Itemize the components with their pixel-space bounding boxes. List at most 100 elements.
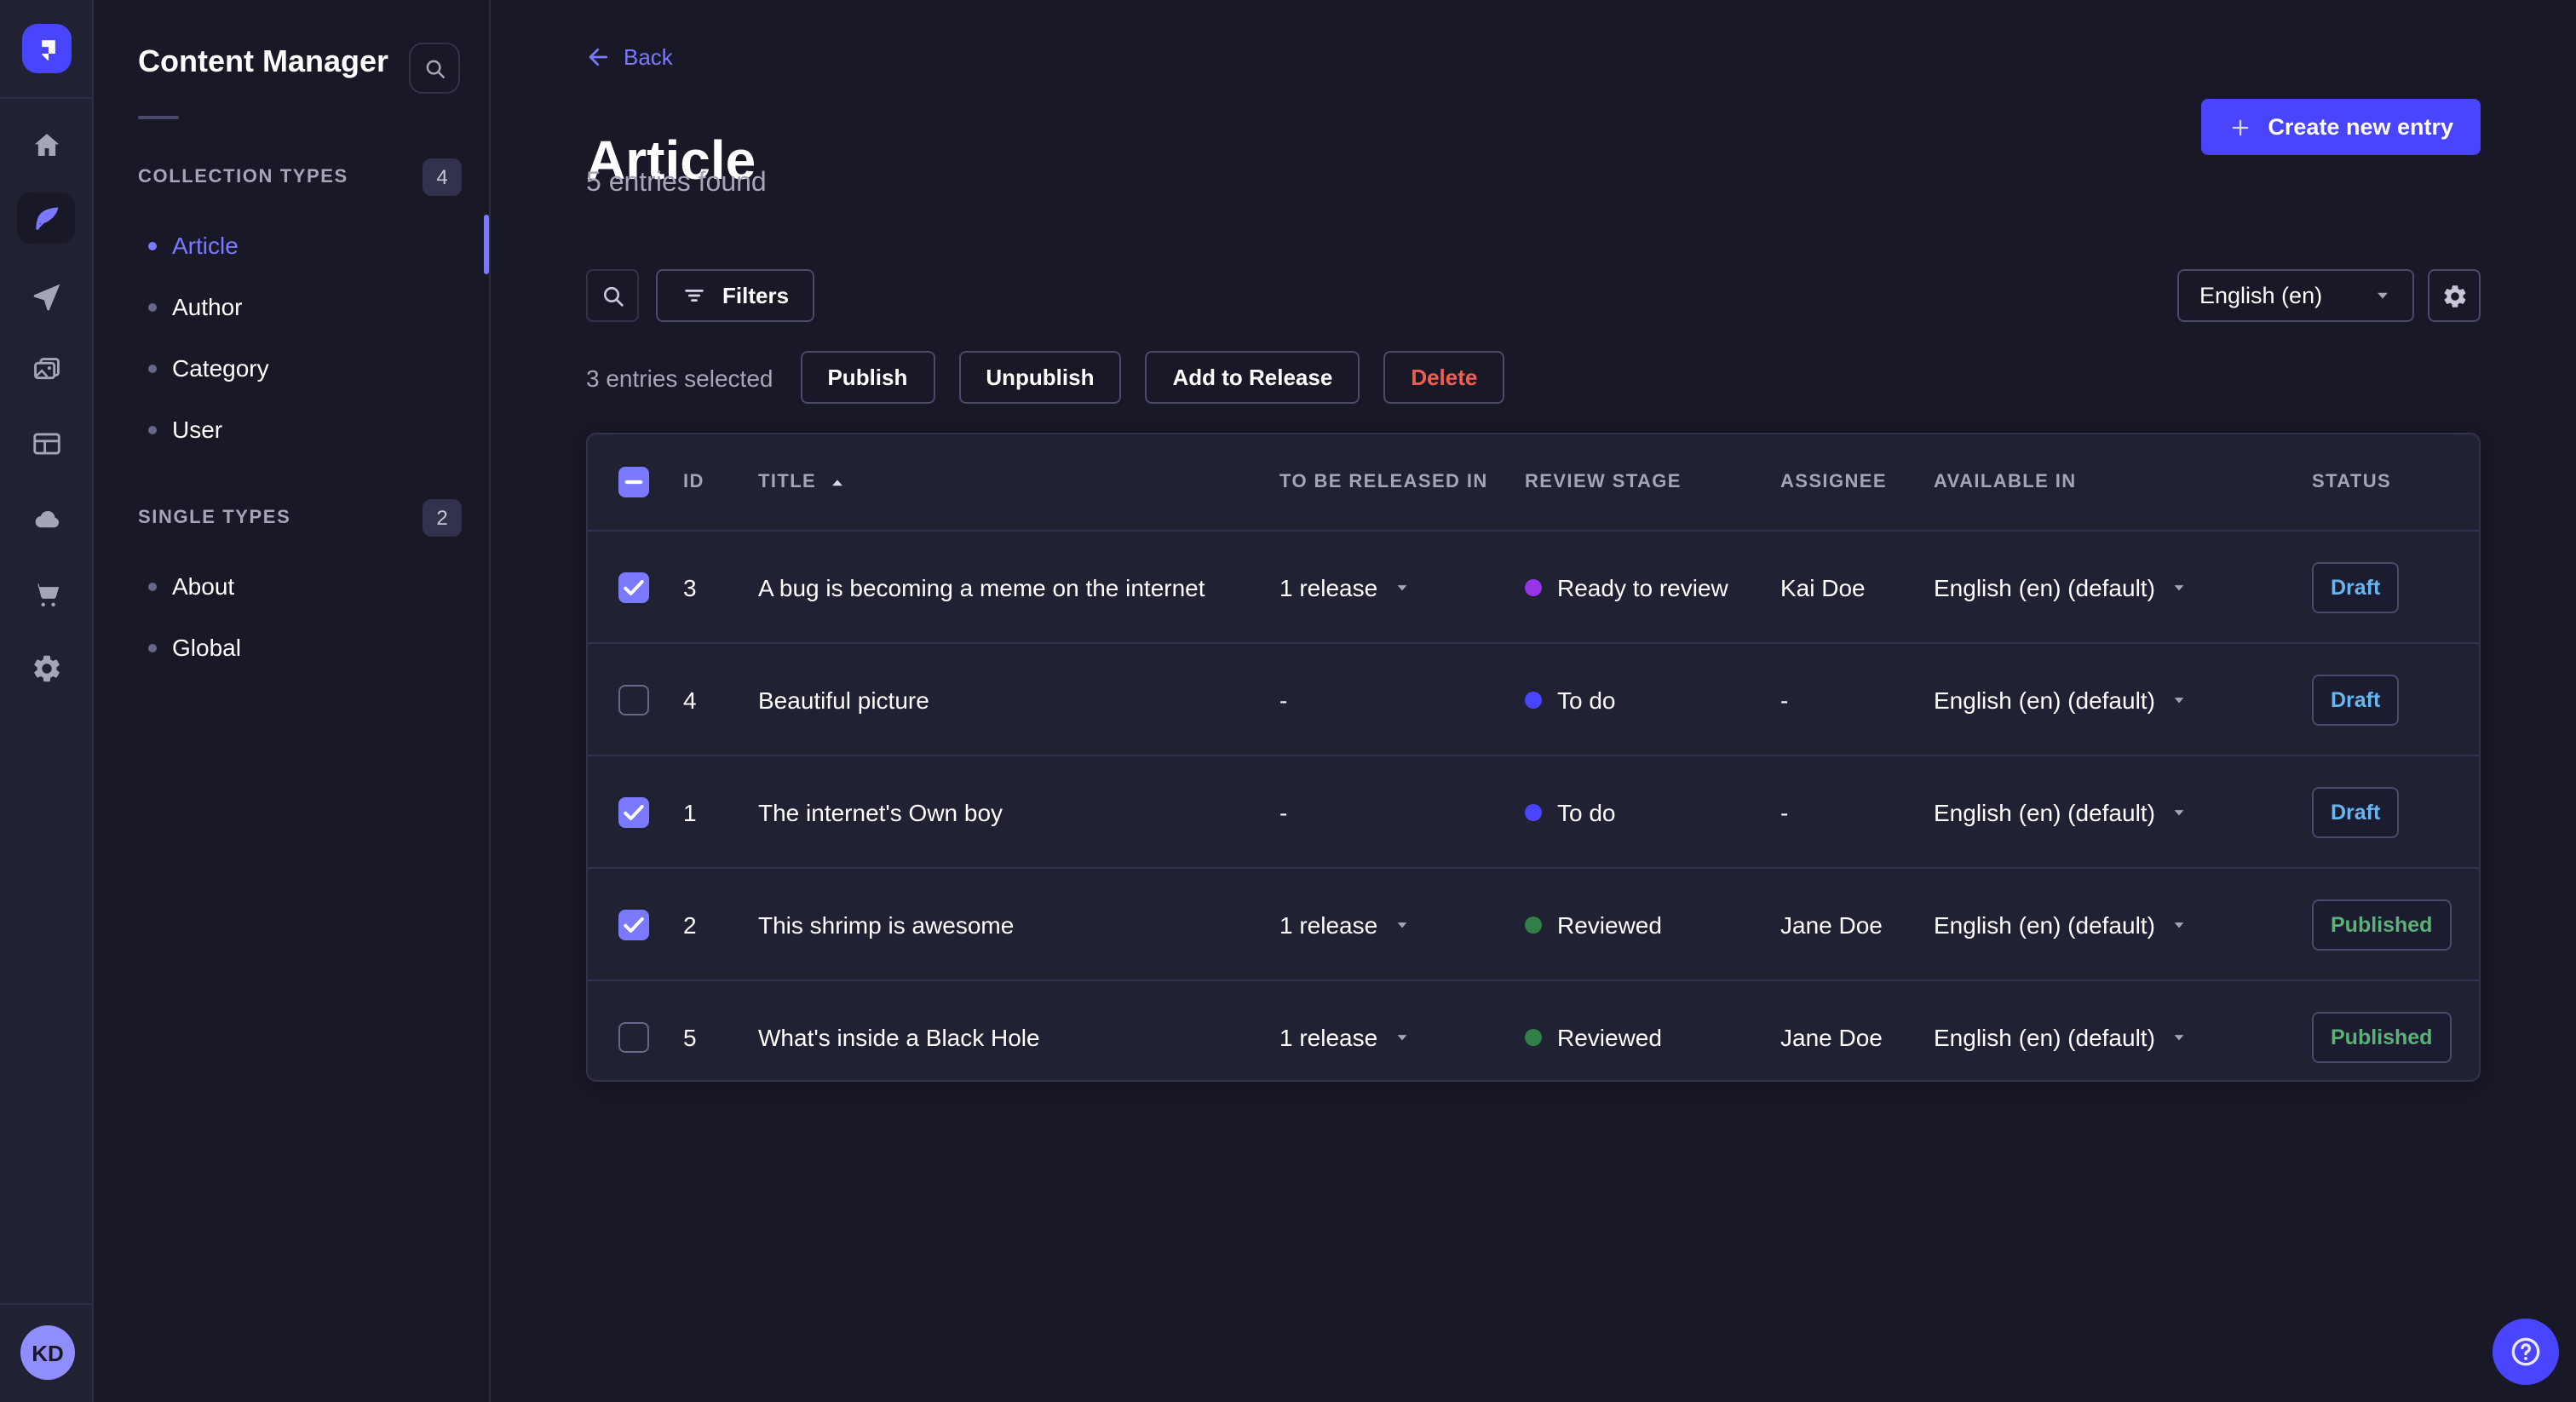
rail-marketplace-button[interactable] [22,569,70,617]
plus-icon [2228,115,2252,139]
rail-content-manager-button[interactable] [17,192,75,244]
locale-value: English (en) [2199,283,2323,308]
row-checkbox[interactable] [618,684,649,715]
cell-review-stage: Ready to review [1525,573,1780,600]
user-avatar[interactable]: KD [20,1325,75,1380]
cell-to-be-released-in[interactable]: 1 release [1279,573,1525,600]
cell-title: Beautiful picture [758,686,929,713]
table-row[interactable]: 1 The internet's Own boy - To do - Engli… [588,755,2479,867]
bullet-icon [148,241,157,250]
rail-media-library-button[interactable] [22,346,70,394]
column-label: ASSIGNEE [1780,472,1887,492]
cell-to-be-released-in: - [1279,686,1525,713]
locale-value: English (en) (default) [1934,573,2155,600]
releases-icon [30,280,62,313]
table-row[interactable]: 2 This shrimp is awesome 1 release Revie… [588,867,2479,980]
sidebar-item-article[interactable]: Article [94,215,491,276]
unpublish-button[interactable]: Unpublish [958,351,1122,404]
column-header-title[interactable]: TITLE [758,472,1279,492]
column-header-assignee[interactable]: ASSIGNEE [1780,472,1934,492]
stage-dot-icon [1525,578,1542,595]
section-label: SINGLE TYPES [138,508,291,528]
select-all-checkbox[interactable] [618,467,649,497]
row-checkbox-cell [588,796,683,827]
row-checkbox[interactable] [618,572,649,602]
rail-deploy-button[interactable] [22,494,70,542]
bullet-icon [148,582,157,590]
publish-button[interactable]: Publish [800,351,935,404]
rail-content-type-builder-button[interactable] [22,419,70,467]
cell-id: 4 [683,686,697,713]
cell-available-in[interactable]: English (en) (default) [1934,798,2312,825]
cell-to-be-released-in[interactable]: 1 release [1279,911,1525,938]
chevron-down-icon [2171,578,2188,595]
column-label: TO BE RELEASED IN [1279,472,1488,492]
cell-review-stage: Reviewed [1525,911,1780,938]
subnav-title: Content Manager [138,44,389,78]
stage-label: Ready to review [1557,573,1728,600]
cell-assignee: Jane Doe [1780,1023,1883,1050]
strapi-logo[interactable] [22,24,72,73]
column-label: TITLE [758,472,817,492]
sidebar-item-about[interactable]: About [94,555,491,617]
filters-button[interactable]: Filters [656,269,815,322]
cell-available-in[interactable]: English (en) (default) [1934,1023,2312,1050]
stage-dot-icon [1525,691,1542,708]
row-checkbox-cell [588,1021,683,1052]
chevron-down-icon [2171,1028,2188,1045]
delete-button[interactable]: Delete [1383,351,1505,404]
sidebar-item-category[interactable]: Category [94,337,491,399]
subnav-search-button[interactable] [409,43,460,94]
row-checkbox[interactable] [618,1021,649,1052]
column-header-review-stage[interactable]: REVIEW STAGE [1525,472,1780,492]
sidebar-item-user[interactable]: User [94,399,491,460]
table-row[interactable]: 4 Beautiful picture - To do - English (e… [588,642,2479,755]
locale-select[interactable]: English (en) [2177,269,2414,322]
help-button[interactable] [2493,1319,2559,1385]
stage-label: To do [1557,686,1616,713]
gear-icon [2441,282,2468,309]
entries-count: 5 entries found [586,169,767,198]
cell-to-be-released-in[interactable]: 1 release [1279,1023,1525,1050]
stage-label: Reviewed [1557,911,1662,938]
sidebar-item-label: Category [172,354,269,382]
row-checkbox[interactable] [618,796,649,827]
sidebar-item-global[interactable]: Global [94,617,491,678]
create-new-entry-button[interactable]: Create new entry [2201,99,2481,155]
cell-available-in[interactable]: English (en) (default) [1934,573,2312,600]
column-header-id[interactable]: ID [683,472,758,492]
rail-settings-button[interactable] [22,644,70,692]
sidebar-item-author[interactable]: Author [94,276,491,337]
cell-available-in[interactable]: English (en) (default) [1934,911,2312,938]
rail-home-button[interactable] [22,121,70,169]
add-to-release-button[interactable]: Add to Release [1145,351,1360,404]
rail-bottom-divider [0,1303,94,1305]
back-link[interactable]: Back [586,44,673,70]
rail-releases-button[interactable] [22,273,70,320]
section-count-badge: 4 [423,158,462,196]
strapi-admin: KD Content Manager COLLECTION TYPES 4 Ar… [0,0,2576,1402]
locale-value: English (en) (default) [1934,1023,2155,1050]
cell-available-in[interactable]: English (en) (default) [1934,686,2312,713]
column-header-available-in[interactable]: AVAILABLE IN [1934,472,2312,492]
view-settings-button[interactable] [2428,269,2481,322]
cell-title: What's inside a Black Hole [758,1023,1040,1050]
content-manager-subnav: Content Manager COLLECTION TYPES 4 Artic… [94,0,491,1402]
status-badge: Published [2312,1011,2452,1062]
row-checkbox[interactable] [618,909,649,939]
locale-value: English (en) (default) [1934,911,2155,938]
cell-review-stage: Reviewed [1525,1023,1780,1050]
subnav-section: COLLECTION TYPES 4 Article Author Catego… [94,157,491,460]
column-header-status[interactable]: STATUS [2312,472,2479,492]
cell-status: Published [2312,1011,2479,1062]
table-row[interactable]: 3 A bug is becoming a meme on the intern… [588,530,2479,642]
header-checkbox-cell [588,467,683,497]
column-header-to-be-released-in[interactable]: TO BE RELEASED IN [1279,472,1525,492]
cell-id: 3 [683,573,697,600]
cell-id: 5 [683,1023,697,1050]
column-label: ID [683,472,704,492]
table-search-button[interactable] [586,269,639,322]
table-row[interactable]: 5 What's inside a Black Hole 1 release R… [588,980,2479,1080]
cell-title: This shrimp is awesome [758,911,1015,938]
cell-review-stage: To do [1525,686,1780,713]
